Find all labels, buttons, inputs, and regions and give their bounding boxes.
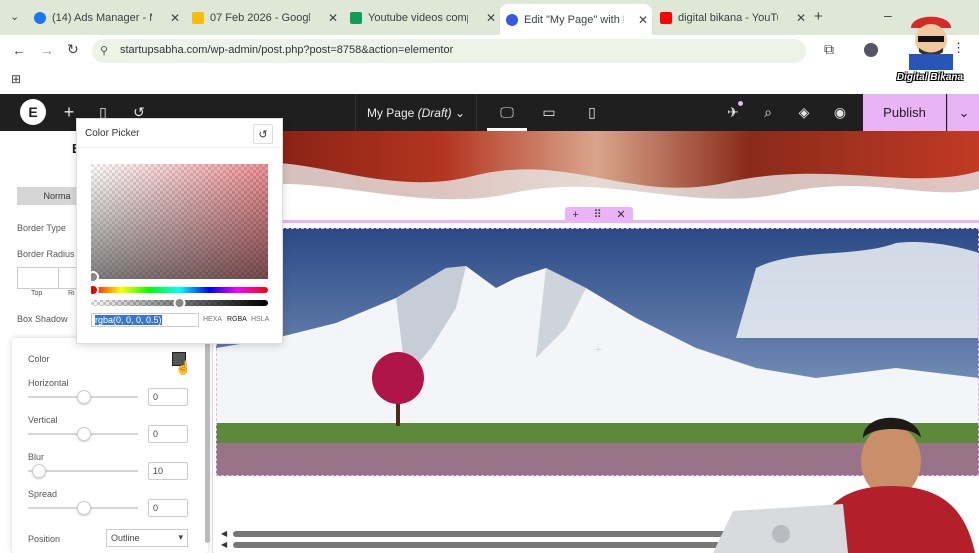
tab-youtube[interactable]: digital bikana - YouTube ✕: [660, 6, 810, 30]
hue-handle[interactable]: [91, 284, 99, 296]
tab-google-drive[interactable]: 07 Feb 2026 - Google Dri ✕: [192, 6, 342, 30]
horizontal-scrollbar[interactable]: [233, 531, 793, 537]
position-label: Position: [28, 534, 61, 544]
tablet-device-icon[interactable]: ▭: [540, 103, 558, 121]
saturation-handle[interactable]: [91, 271, 99, 283]
hand-cursor-icon: ☝: [175, 360, 192, 375]
blur-slider-handle[interactable]: [32, 464, 46, 478]
sheets-icon: [350, 12, 362, 24]
forward-icon[interactable]: →: [40, 42, 54, 58]
presenter-webcam-overlay: [713, 417, 975, 553]
color-picker-popover: Color Picker ↺ rgba(0, 0, 0, 0.5) HEXA R…: [76, 118, 283, 344]
chevron-down-icon: ⌄: [454, 105, 466, 120]
tab-youtube-sheet[interactable]: Youtube videos complete ✕: [350, 6, 500, 30]
scroll-left-icon-2[interactable]: ◀: [221, 540, 231, 549]
horizontal-scrollbar-2[interactable]: [233, 542, 793, 548]
blur-label: Blur: [28, 452, 45, 462]
radius-top-input[interactable]: [17, 267, 59, 289]
back-icon[interactable]: ←: [12, 42, 26, 58]
page-title: My Page: [366, 105, 415, 120]
shadow-color-label: Color: [28, 354, 50, 364]
add-inner-icon[interactable]: +: [594, 341, 602, 357]
notification-dot: [738, 101, 743, 106]
radius-right-input[interactable]: [57, 267, 78, 289]
browser-tab-strip: ⌄ (14) Ads Manager - Mana ✕ 07 Feb 2026 …: [0, 0, 979, 35]
layers-icon[interactable]: ◈: [795, 103, 813, 121]
publish-button[interactable]: Publish: [863, 94, 946, 131]
logo-text: Digital Bikana: [896, 72, 964, 83]
radius-top-label: Top: [31, 290, 43, 297]
scroll-left-icon[interactable]: ◀: [221, 529, 231, 538]
extensions-icon[interactable]: ⧉: [824, 41, 834, 58]
radius-right-label: Ri: [68, 290, 75, 297]
youtube-icon: [660, 12, 672, 24]
format-hsla[interactable]: HSLA: [251, 316, 269, 323]
saturation-area[interactable]: [91, 164, 268, 279]
horizontal-input[interactable]: 0: [148, 388, 188, 406]
tab-search-icon[interactable]: ⌄: [10, 10, 19, 23]
more-options-icon[interactable]: ⋮: [952, 40, 965, 56]
close-icon[interactable]: ✕: [486, 11, 496, 25]
publish-options-chevron-icon[interactable]: ⌄: [947, 94, 979, 131]
delete-section-icon[interactable]: ✕: [616, 208, 625, 221]
box-shadow-popover: Color ☝ Horizontal 0 Vertical 0 Blur 10 …: [12, 338, 208, 553]
position-select[interactable]: Outline ▾: [106, 529, 188, 547]
spread-slider-handle[interactable]: [77, 501, 91, 515]
color-value-input[interactable]: rgba(0, 0, 0, 0.5): [91, 313, 199, 327]
address-bar[interactable]: ⚲ startupsabha.com/wp-admin/post.php?pos…: [92, 39, 806, 63]
close-icon[interactable]: ✕: [638, 13, 648, 27]
add-section-icon[interactable]: +: [572, 209, 578, 221]
close-icon[interactable]: ✕: [170, 11, 180, 25]
blur-input[interactable]: 10: [148, 462, 188, 480]
bookmarks-bar: ⊞: [0, 67, 979, 94]
wordpress-icon: [506, 13, 518, 26]
caret-down-icon: ▾: [178, 532, 183, 542]
mascot-logo-icon: [909, 16, 953, 70]
spread-label: Spread: [28, 489, 58, 499]
elementor-logo-icon[interactable]: E: [20, 99, 46, 125]
new-tab-icon[interactable]: +: [814, 8, 823, 25]
section-handle[interactable]: + ⠿ ✕: [565, 207, 633, 222]
meta-icon: [34, 12, 46, 24]
page-canvas: + ⠿ ✕ + ◀ ◀: [213, 131, 979, 553]
mobile-device-icon[interactable]: ▯: [583, 103, 601, 121]
reset-color-icon[interactable]: ↺: [253, 124, 273, 144]
page-title-dropdown[interactable]: My Page (Draft) ⌄: [355, 94, 477, 131]
vertical-label: Vertical: [28, 415, 58, 425]
picker-title: Color Picker: [85, 128, 140, 139]
vertical-input[interactable]: 0: [148, 425, 188, 443]
picker-header: Color Picker ↺: [77, 119, 282, 148]
vertical-slider-handle[interactable]: [77, 427, 91, 441]
box-shadow-label: Box Shadow: [17, 314, 68, 324]
reload-icon[interactable]: ↻: [67, 41, 79, 58]
google-drive-icon: [192, 12, 204, 24]
url-text: startupsabha.com/wp-admin/post.php?post=…: [120, 44, 454, 56]
preview-eye-icon[interactable]: ◉: [831, 103, 849, 121]
close-icon[interactable]: ✕: [796, 11, 806, 25]
desktop-device-icon[interactable]: 🖵: [498, 103, 516, 121]
page-status: (Draft): [417, 105, 452, 120]
format-hexa[interactable]: HEXA: [203, 316, 222, 323]
drag-handle-icon[interactable]: ⠿: [594, 208, 602, 221]
picker-controls: [91, 164, 268, 309]
tab-ads-manager[interactable]: (14) Ads Manager - Mana ✕: [34, 6, 184, 30]
tab-elementor[interactable]: Edit "My Page" with Elem ✕: [500, 4, 652, 35]
horizontal-label: Horizontal: [28, 378, 69, 388]
site-info-icon[interactable]: ⚲: [100, 44, 108, 57]
format-rgba[interactable]: RGBA: [227, 316, 247, 323]
search-icon[interactable]: ⌕: [759, 103, 777, 121]
spread-input[interactable]: 0: [148, 499, 188, 517]
close-icon[interactable]: ✕: [328, 11, 338, 25]
border-type-label: Border Type: [17, 223, 66, 233]
profile-avatar[interactable]: [864, 43, 878, 57]
apps-grid-icon[interactable]: ⊞: [11, 72, 21, 86]
hue-slider[interactable]: [91, 287, 268, 293]
panel-scrollbar[interactable]: [205, 338, 210, 543]
horizontal-slider-handle[interactable]: [77, 390, 91, 404]
border-radius-label: Border Radius: [17, 249, 75, 259]
alpha-handle[interactable]: [173, 297, 186, 309]
